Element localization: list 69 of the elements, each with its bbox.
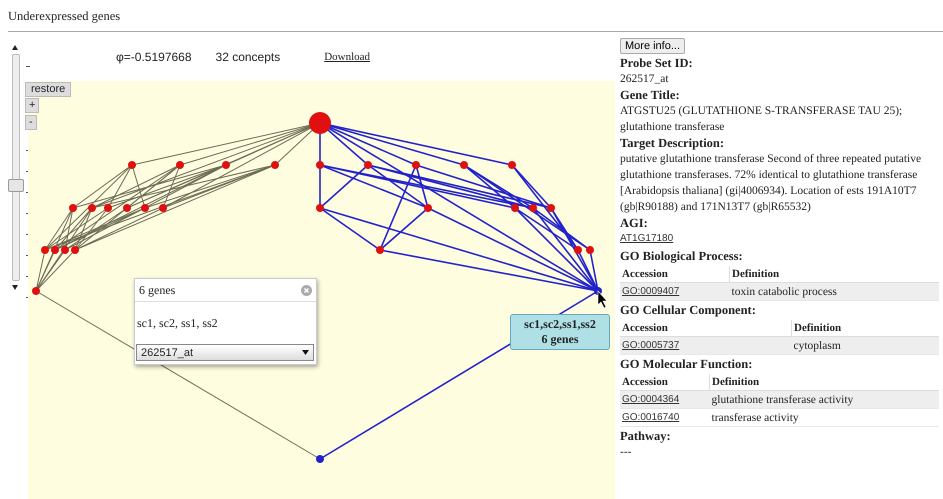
cursor-icon xyxy=(598,290,608,308)
section-title: GO Cellular Component: xyxy=(620,302,756,318)
graph-node[interactable] xyxy=(176,161,184,169)
agi-link[interactable]: AT1G17180 xyxy=(620,231,674,247)
graph-node[interactable] xyxy=(128,161,136,169)
probe-select[interactable]: 262517_at xyxy=(136,344,314,361)
go-link[interactable]: GO:0005737 xyxy=(622,340,680,351)
table-cell: glutathione transferase activity xyxy=(710,390,939,408)
field-value: 262517_at xyxy=(620,72,669,87)
graph-node[interactable] xyxy=(424,204,432,212)
table-cell: toxin catabolic process xyxy=(730,282,939,300)
graph-node[interactable] xyxy=(271,161,279,169)
graph-node[interactable] xyxy=(32,287,40,295)
go-link[interactable]: GO:0004364 xyxy=(622,394,680,405)
graph-node[interactable] xyxy=(376,246,384,254)
page-title: Underexpressed genes xyxy=(7,8,122,25)
graph-node[interactable] xyxy=(69,204,77,212)
section-title: GO Molecular Function: xyxy=(620,356,752,372)
graph-node[interactable] xyxy=(508,161,516,169)
graph-node[interactable] xyxy=(61,246,69,254)
graph-node[interactable] xyxy=(51,246,59,254)
graph-node[interactable] xyxy=(222,161,230,169)
graph-node[interactable] xyxy=(316,204,324,212)
graph-node[interactable] xyxy=(586,246,594,254)
zoom-out-button[interactable]: - xyxy=(25,115,37,130)
zoom-in-button[interactable]: + xyxy=(25,98,40,113)
field-label: Target Description: xyxy=(620,135,724,151)
table-cell: transferase activity xyxy=(710,408,939,426)
graph-node[interactable] xyxy=(71,246,79,254)
graph-node[interactable] xyxy=(104,204,112,212)
field-value: --- xyxy=(620,445,632,460)
graph-node[interactable] xyxy=(316,161,324,169)
popup-title: 6 genes xyxy=(139,282,176,298)
graph-node[interactable] xyxy=(309,112,331,134)
graph-node[interactable] xyxy=(412,161,420,169)
field-label: AGI: xyxy=(620,215,648,231)
field-value: putative glutathione transferase Second of three repeated putative glutathione transferases. 72% identical to glutathione transferase [Arabidopsis thaliana] (gi|4006934). Location of ests 191A10T7 (gb|R90188) and 171N13T7 (gb|R65532) xyxy=(620,152,922,215)
more-info-button[interactable]: More info... xyxy=(620,38,686,54)
graph-node[interactable] xyxy=(159,204,167,212)
popup-text: sc1, sc2, ss1, ss2 xyxy=(137,316,218,330)
graph-node[interactable] xyxy=(547,204,555,212)
field-label: Gene Title: xyxy=(620,87,680,103)
slider-thumb[interactable] xyxy=(8,179,24,192)
field-label: Probe Set ID: xyxy=(620,55,693,71)
graph-node[interactable] xyxy=(141,204,149,212)
graph-node[interactable] xyxy=(574,246,582,254)
field-value: ATGSTU25 (GLUTATHIONE S-TRANSFERASE TAU 25); glutathione transferase xyxy=(620,104,904,135)
graph-node[interactable] xyxy=(88,204,96,212)
download-link[interactable]: Download xyxy=(324,50,370,62)
graph-node[interactable] xyxy=(316,455,324,463)
caret-icon xyxy=(302,350,309,355)
down-arrow-icon[interactable] xyxy=(12,285,18,290)
go-link[interactable]: GO:0016740 xyxy=(622,412,680,423)
graph-node[interactable] xyxy=(460,161,468,169)
slider-tick xyxy=(26,66,30,67)
table-cell: cytoplasm xyxy=(792,336,939,354)
field-label: Pathway: xyxy=(620,428,671,444)
phi-value: φ=-0.5197668 xyxy=(116,50,192,64)
graph-node[interactable] xyxy=(41,246,49,254)
section-title: GO Biological Process: xyxy=(620,248,743,264)
graph-node[interactable] xyxy=(511,204,519,212)
concept-count: 32 concepts xyxy=(216,50,280,64)
graph-node[interactable] xyxy=(123,204,131,212)
node-tooltip: sc1,sc2,ss1,ss2 6 genes xyxy=(510,314,610,350)
go-link[interactable]: GO:0009407 xyxy=(622,286,680,297)
graph-node[interactable] xyxy=(529,204,537,212)
graph-node[interactable] xyxy=(364,161,372,169)
restore-button[interactable]: restore xyxy=(25,82,72,97)
up-arrow-icon[interactable] xyxy=(12,45,18,50)
